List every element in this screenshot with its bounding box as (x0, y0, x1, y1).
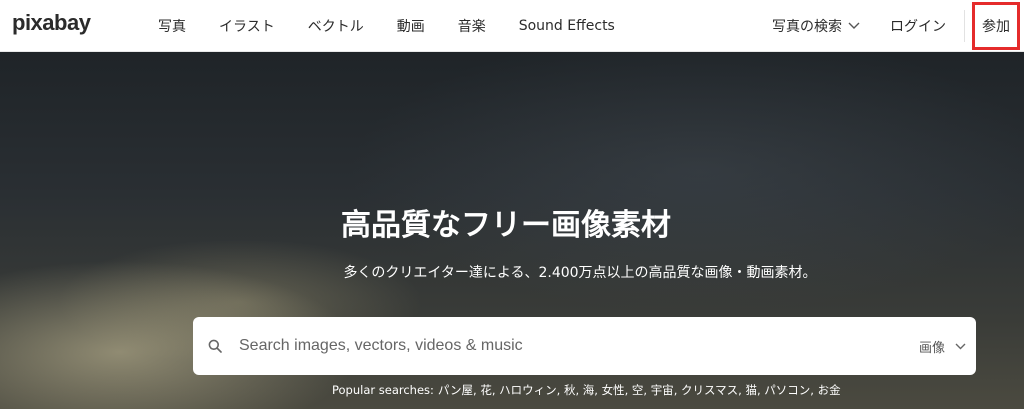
hero-subtitle: 多くのクリエイター達による、2.400万点以上の高品質な画像・動画素材。 (343, 265, 817, 281)
separator: , (810, 383, 818, 397)
join-button[interactable]: 参加 (982, 16, 1010, 36)
hero-section: 高品質なフリー画像素材 多くのクリエイター達による、2.400万点以上の高品質な… (0, 52, 1024, 409)
popular-search-term[interactable]: クリスマス (681, 383, 738, 397)
header-divider (964, 10, 965, 42)
nav-item-photos[interactable]: 写真 (158, 16, 186, 36)
nav-item-music[interactable]: 音楽 (458, 16, 486, 36)
search-icon[interactable] (208, 338, 222, 357)
main-nav: 写真 イラスト ベクトル 動画 音楽 Sound Effects (158, 0, 615, 52)
chevron-down-icon (955, 339, 966, 354)
search-type-dropdown[interactable]: 写真の検索 (772, 0, 860, 52)
search-scope-dropdown[interactable]: 画像 (919, 317, 966, 375)
hero-title: 高品質なフリー画像素材 (341, 208, 671, 243)
search-type-label: 写真の検索 (772, 19, 842, 35)
popular-search-term[interactable]: パソコン (764, 383, 810, 397)
separator: , (556, 383, 564, 397)
popular-search-term[interactable]: 花 (480, 383, 492, 397)
chevron-down-icon (848, 22, 860, 30)
popular-search-term[interactable]: お金 (818, 383, 841, 397)
popular-search-term[interactable]: 宇宙 (651, 383, 674, 397)
popular-search-term[interactable]: 女性 (602, 383, 625, 397)
search-input[interactable] (239, 331, 879, 361)
separator: , (575, 383, 583, 397)
nav-item-illustrations[interactable]: イラスト (219, 16, 275, 36)
nav-item-vectors[interactable]: ベクトル (308, 16, 364, 36)
separator: , (624, 383, 632, 397)
popular-searches-list: パン屋, 花, ハロウィン, 秋, 海, 女性, 空, 宇宙, クリスマス, 猫… (438, 383, 841, 397)
pixabay-logo[interactable]: pixabay (12, 10, 91, 36)
popular-searches: Popular searches: パン屋, 花, ハロウィン, 秋, 海, 女性… (332, 382, 892, 398)
popular-search-term[interactable]: 空 (632, 383, 644, 397)
login-link[interactable]: ログイン (890, 0, 946, 52)
search-scope-label: 画像 (918, 340, 945, 356)
separator: , (594, 383, 602, 397)
popular-search-term[interactable]: 猫 (745, 383, 757, 397)
login-label: ログイン (890, 19, 946, 35)
nav-item-videos[interactable]: 動画 (397, 16, 425, 36)
popular-search-term[interactable]: 海 (583, 383, 595, 397)
top-navigation-bar: pixabay 写真 イラスト ベクトル 動画 音楽 Sound Effects… (0, 0, 1024, 52)
popular-search-term[interactable]: ハロウィン (499, 383, 557, 397)
separator: , (643, 383, 651, 397)
popular-searches-label: Popular searches: (332, 383, 434, 397)
popular-search-term[interactable]: パン屋 (438, 383, 473, 397)
separator: , (673, 383, 681, 397)
join-button-highlight: 参加 (972, 2, 1020, 50)
popular-search-term[interactable]: 秋 (564, 383, 576, 397)
nav-item-sound-effects[interactable]: Sound Effects (519, 18, 615, 34)
search-box: 画像 (193, 317, 976, 375)
